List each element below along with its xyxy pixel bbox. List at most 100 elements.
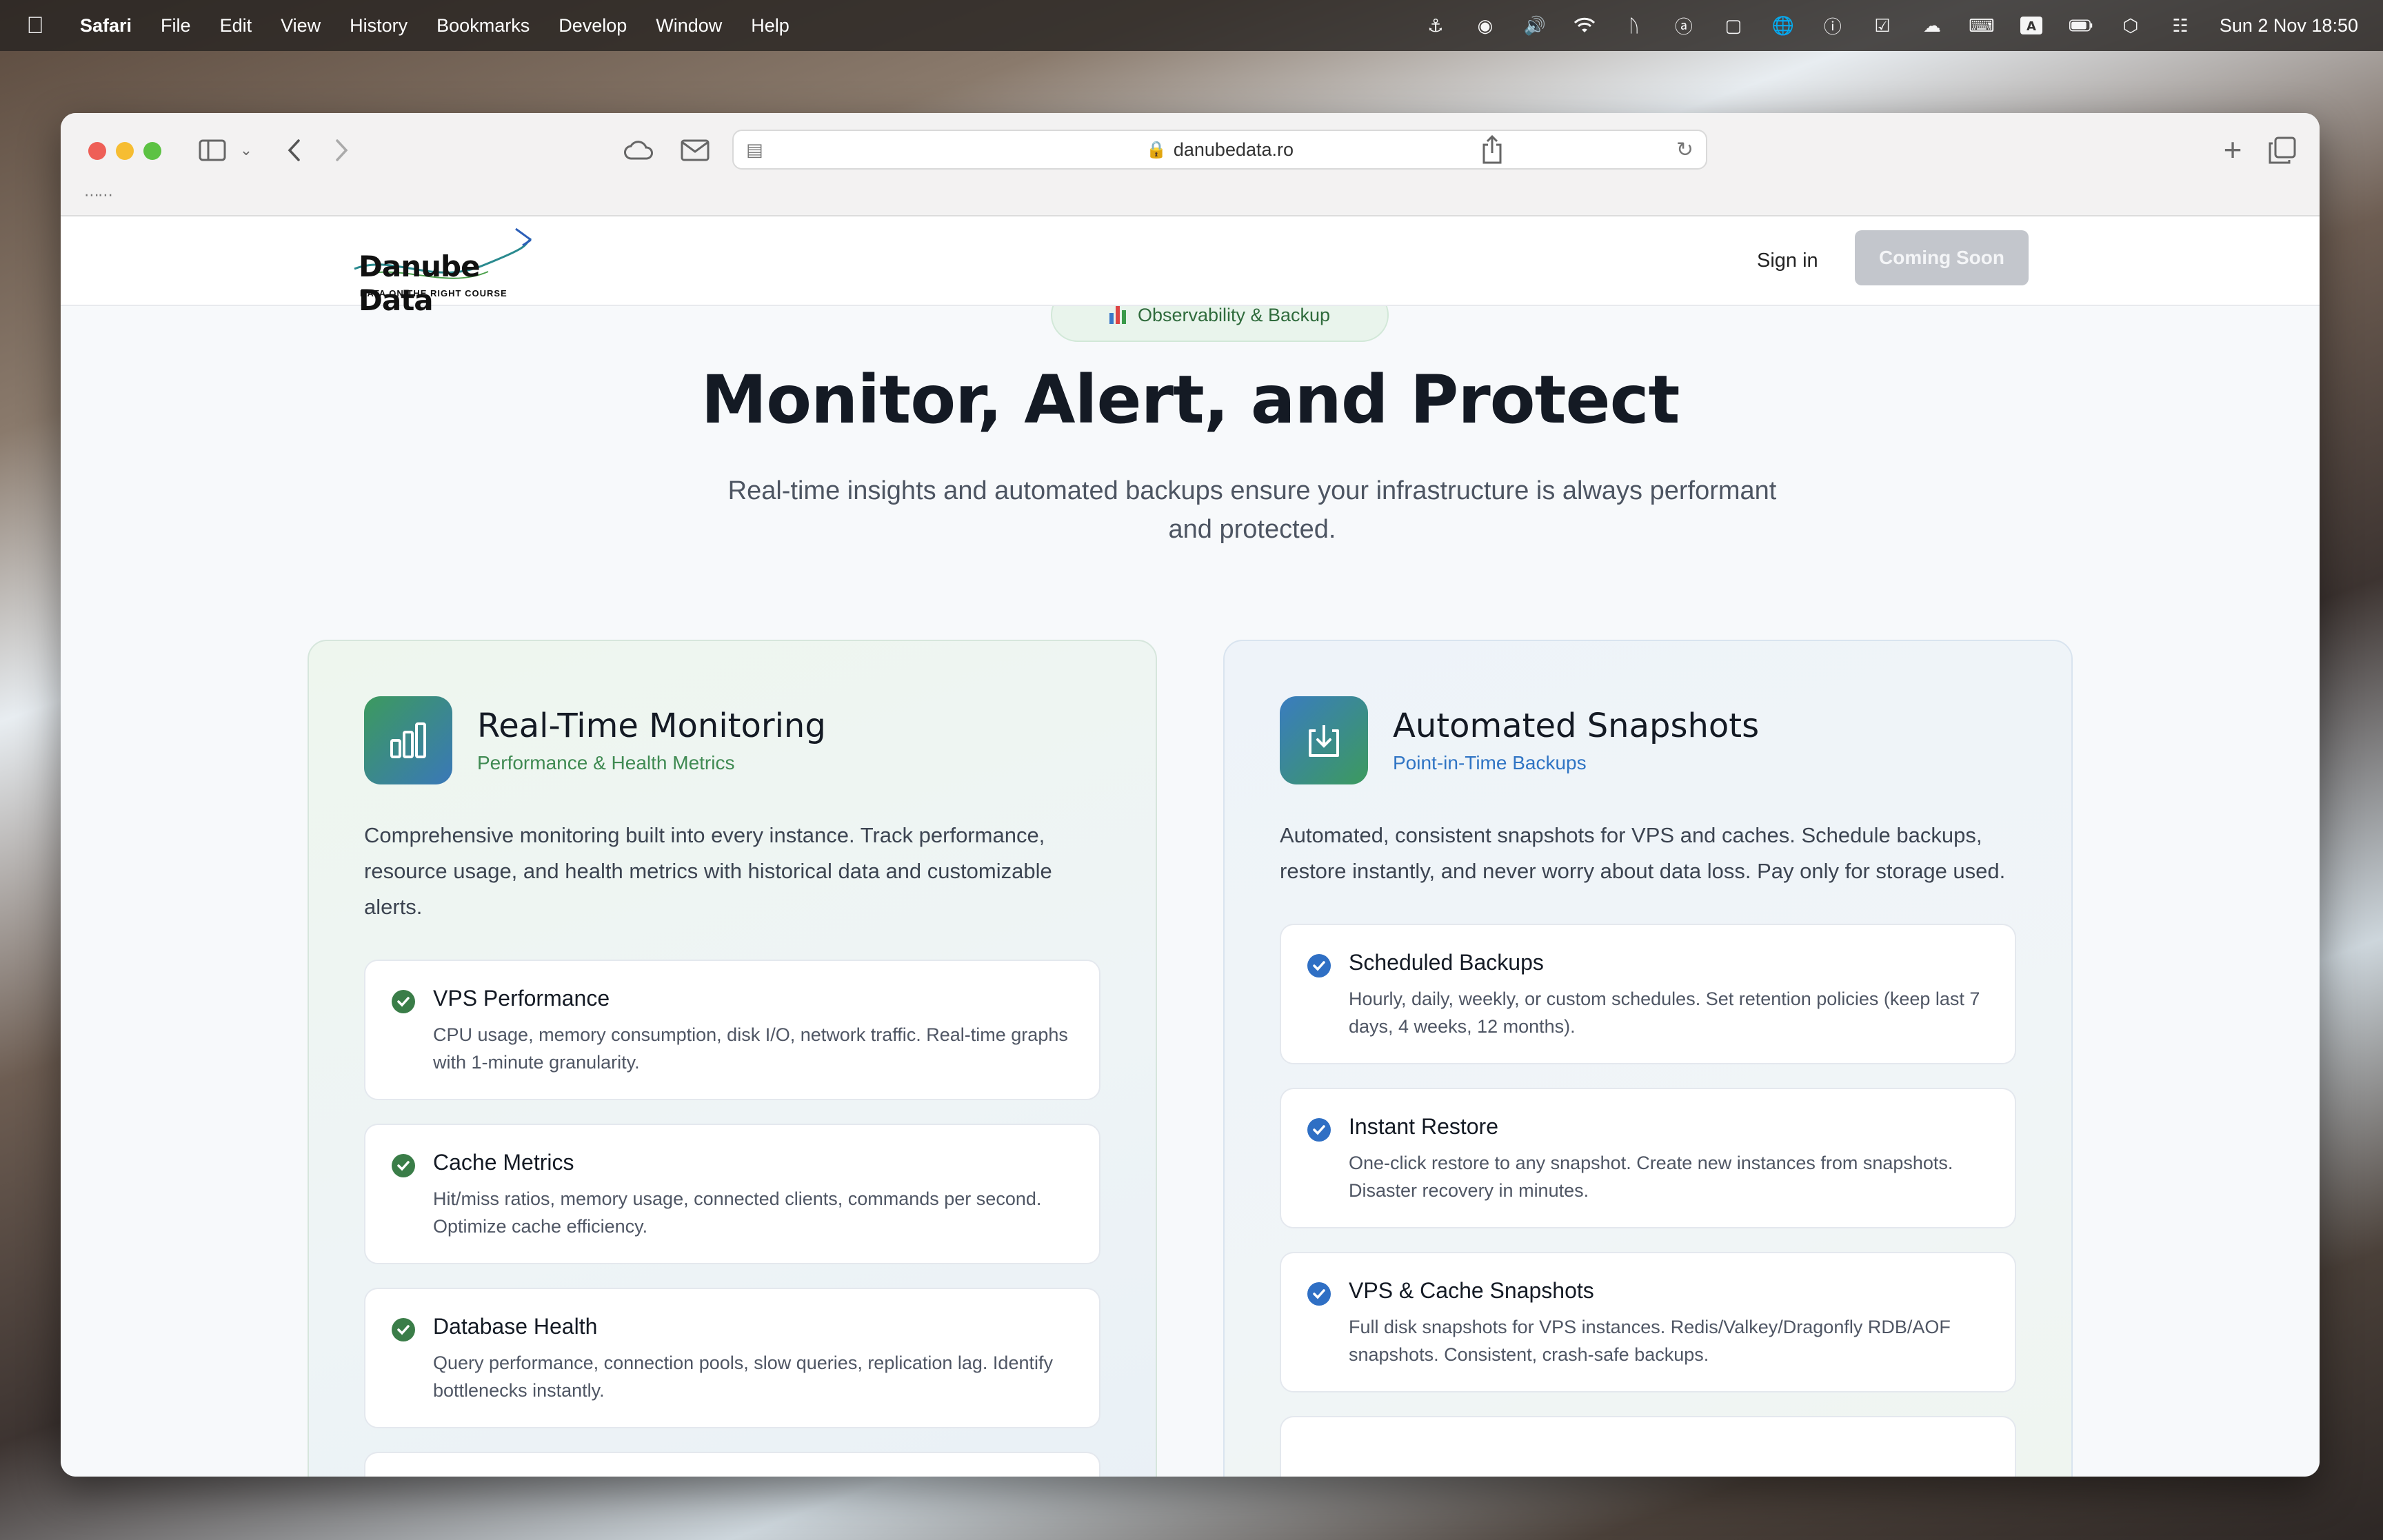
feature-title: Database Health: [433, 1314, 598, 1339]
back-arrow-icon[interactable]: [280, 134, 308, 167]
menu-help[interactable]: Help: [751, 15, 790, 37]
snapshots-card-header: Automated Snapshots Point-in-Time Backup…: [1280, 696, 2016, 784]
favorites-grid-icon[interactable]: ⋯⋯: [84, 186, 113, 204]
bar-chart-icon: [364, 696, 452, 784]
menu-history[interactable]: History: [350, 15, 408, 37]
card-subtitle: Point-in-Time Backups: [1393, 752, 1587, 773]
feature-title: Scheduled Backups: [1349, 950, 1544, 975]
new-tab-icon[interactable]: +: [2216, 131, 2249, 168]
feature-description: Hourly, daily, weekly, or custom schedul…: [1349, 989, 1980, 1037]
monitoring-card: Real-Time Monitoring Performance & Healt…: [308, 640, 1157, 1477]
feature-item-instant-restore: Instant Restore One-click restore to any…: [1280, 1088, 2016, 1228]
menu-file[interactable]: File: [161, 15, 191, 37]
check-circle-icon: [1307, 1118, 1331, 1142]
creative-cloud-icon[interactable]: ◉: [1474, 15, 1497, 36]
menu-window[interactable]: Window: [656, 15, 722, 37]
password-icon[interactable]: ⓘ: [1821, 15, 1844, 37]
share-icon[interactable]: [1476, 131, 1509, 168]
apple-menu-icon[interactable]: : [25, 12, 46, 39]
icloud-tabs-icon[interactable]: [622, 134, 655, 167]
control-center-icon[interactable]: ☷: [2169, 15, 2192, 36]
menu-develop[interactable]: Develop: [559, 15, 627, 37]
bar-chart-emoji-icon: [1109, 306, 1128, 324]
check-circle-icon: [392, 1318, 415, 1341]
card-title: Automated Snapshots: [1393, 707, 1760, 745]
check-circle-icon: [1307, 954, 1331, 977]
tab-overview-icon[interactable]: [2266, 134, 2299, 167]
lock-icon: 🔒: [1145, 140, 1167, 159]
check-circle-icon: [392, 990, 415, 1013]
feature-item-cache-metrics: Cache Metrics Hit/miss ratios, memory us…: [364, 1124, 1100, 1264]
feature-item-vps-performance: VPS Performance CPU usage, memory consum…: [364, 960, 1100, 1100]
feature-item-partial: [1280, 1416, 2016, 1477]
url-text[interactable]: danubedata.ro: [1174, 139, 1294, 161]
menu-bar-clock[interactable]: Sun 2 Nov 18:50: [2220, 15, 2358, 37]
keyboard-icon[interactable]: ⌨: [1969, 15, 1995, 36]
hero-subtitle: Real-time insights and automated backups…: [727, 476, 1777, 544]
reader-view-icon[interactable]: ▤: [746, 139, 767, 160]
check-circle-icon: [392, 1154, 415, 1177]
browser-toolbar: ⌄ ▤ 🔒 danubedata.ro ↻ + ⋯⋯: [61, 113, 2320, 216]
feature-title: Cache Metrics: [433, 1150, 574, 1175]
feature-title: Instant Restore: [1349, 1114, 1498, 1139]
wifi-icon[interactable]: [1573, 15, 1596, 36]
chevron-down-icon[interactable]: ⌄: [236, 138, 257, 163]
close-window-button[interactable]: [88, 142, 106, 160]
menu-bookmarks[interactable]: Bookmarks: [436, 15, 530, 37]
feature-description: Hit/miss ratios, memory usage, connected…: [433, 1188, 1042, 1237]
globe-icon[interactable]: 🌐: [1771, 15, 1795, 36]
menu-edit[interactable]: Edit: [220, 15, 252, 37]
battery-icon[interactable]: [2069, 15, 2093, 36]
sidebar-toggle-icon[interactable]: [196, 134, 229, 167]
logo-wordmark: Danube Data: [359, 250, 481, 317]
address-bar[interactable]: ▤ 🔒 danubedata.ro ↻: [732, 130, 1707, 170]
docker-whale-icon[interactable]: ⚓: [1424, 15, 1447, 36]
card-subtitle: Performance & Health Metrics: [477, 752, 735, 773]
package-icon[interactable]: ⬡: [2119, 15, 2142, 36]
feature-description: Query performance, connection pools, slo…: [433, 1352, 1053, 1401]
download-tray-icon: [1280, 696, 1368, 784]
feature-title: VPS & Cache Snapshots: [1349, 1278, 1594, 1303]
feature-item-partial: [364, 1452, 1100, 1477]
feature-description: CPU usage, memory consumption, disk I/O,…: [433, 1024, 1068, 1073]
feature-item-database-health: Database Health Query performance, conne…: [364, 1288, 1100, 1428]
check-circle-icon: [1307, 1282, 1331, 1306]
menu-bar-status-area: ⚓ ◉ 🔊 ᚢ ⓐ ▢ 🌐 ⓘ ☑ ☁ ⌨ A ⬡ ☷ Sun 2 Nov 18…: [1398, 15, 2358, 37]
feature-item-scheduled-backups: Scheduled Backups Hourly, daily, weekly,…: [1280, 924, 2016, 1064]
minimize-window-button[interactable]: [116, 142, 134, 160]
zoom-window-button[interactable]: [143, 142, 161, 160]
snapshots-card: Automated Snapshots Point-in-Time Backup…: [1223, 640, 2073, 1477]
safari-window: ⌄ ▤ 🔒 danubedata.ro ↻ + ⋯⋯ Danube Data D…: [61, 113, 2320, 1477]
hero-title: Monitor, Alert, and Protect: [701, 361, 1680, 438]
cloud-app-icon[interactable]: ☁: [1920, 15, 1944, 36]
bluetooth-icon[interactable]: ᚢ: [1622, 15, 1646, 36]
menu-view[interactable]: View: [281, 15, 321, 37]
input-source-icon[interactable]: A: [2020, 15, 2043, 36]
logo-tagline: DATA ON THE RIGHT COURSE: [360, 288, 507, 298]
sign-in-link[interactable]: Sign in: [1757, 250, 1818, 272]
danube-data-logo[interactable]: Danube Data DATA ON THE RIGHT COURSE: [350, 226, 536, 317]
feature-title: VPS Performance: [433, 986, 610, 1011]
grammarly-icon[interactable]: ⓐ: [1672, 15, 1696, 37]
card-description: Comprehensive monitoring built into ever…: [364, 823, 1052, 919]
macos-menu-bar:  Safari File Edit View History Bookmark…: [0, 0, 2383, 51]
coming-soon-button[interactable]: Coming Soon: [1855, 230, 2029, 285]
badge-label: Observability & Backup: [1137, 304, 1331, 325]
feature-description: Full disk snapshots for VPS instances. R…: [1349, 1317, 1951, 1365]
main-content: Observability & Backup Monitor, Alert, a…: [61, 288, 2320, 1477]
site-header: Danube Data DATA ON THE RIGHT COURSE Sig…: [61, 216, 2320, 317]
svg-text:A: A: [2027, 19, 2036, 34]
display-icon[interactable]: ▢: [1722, 15, 1745, 36]
window-controls: [88, 142, 171, 160]
volume-icon[interactable]: 🔊: [1523, 15, 1547, 36]
mail-icon[interactable]: [678, 134, 712, 167]
feature-description: One-click restore to any snapshot. Creat…: [1349, 1153, 1953, 1201]
forward-arrow-icon[interactable]: [328, 134, 356, 167]
menu-app-name[interactable]: Safari: [80, 15, 132, 37]
monitoring-card-header: Real-Time Monitoring Performance & Healt…: [364, 696, 1100, 784]
card-title: Real-Time Monitoring: [477, 707, 826, 745]
card-description: Automated, consistent snapshots for VPS …: [1280, 823, 2006, 883]
reload-icon[interactable]: ↻: [1676, 138, 1693, 162]
feature-item-vps-cache-snapshots: VPS & Cache Snapshots Full disk snapshot…: [1280, 1252, 2016, 1392]
shield-check-icon[interactable]: ☑: [1871, 15, 1894, 36]
